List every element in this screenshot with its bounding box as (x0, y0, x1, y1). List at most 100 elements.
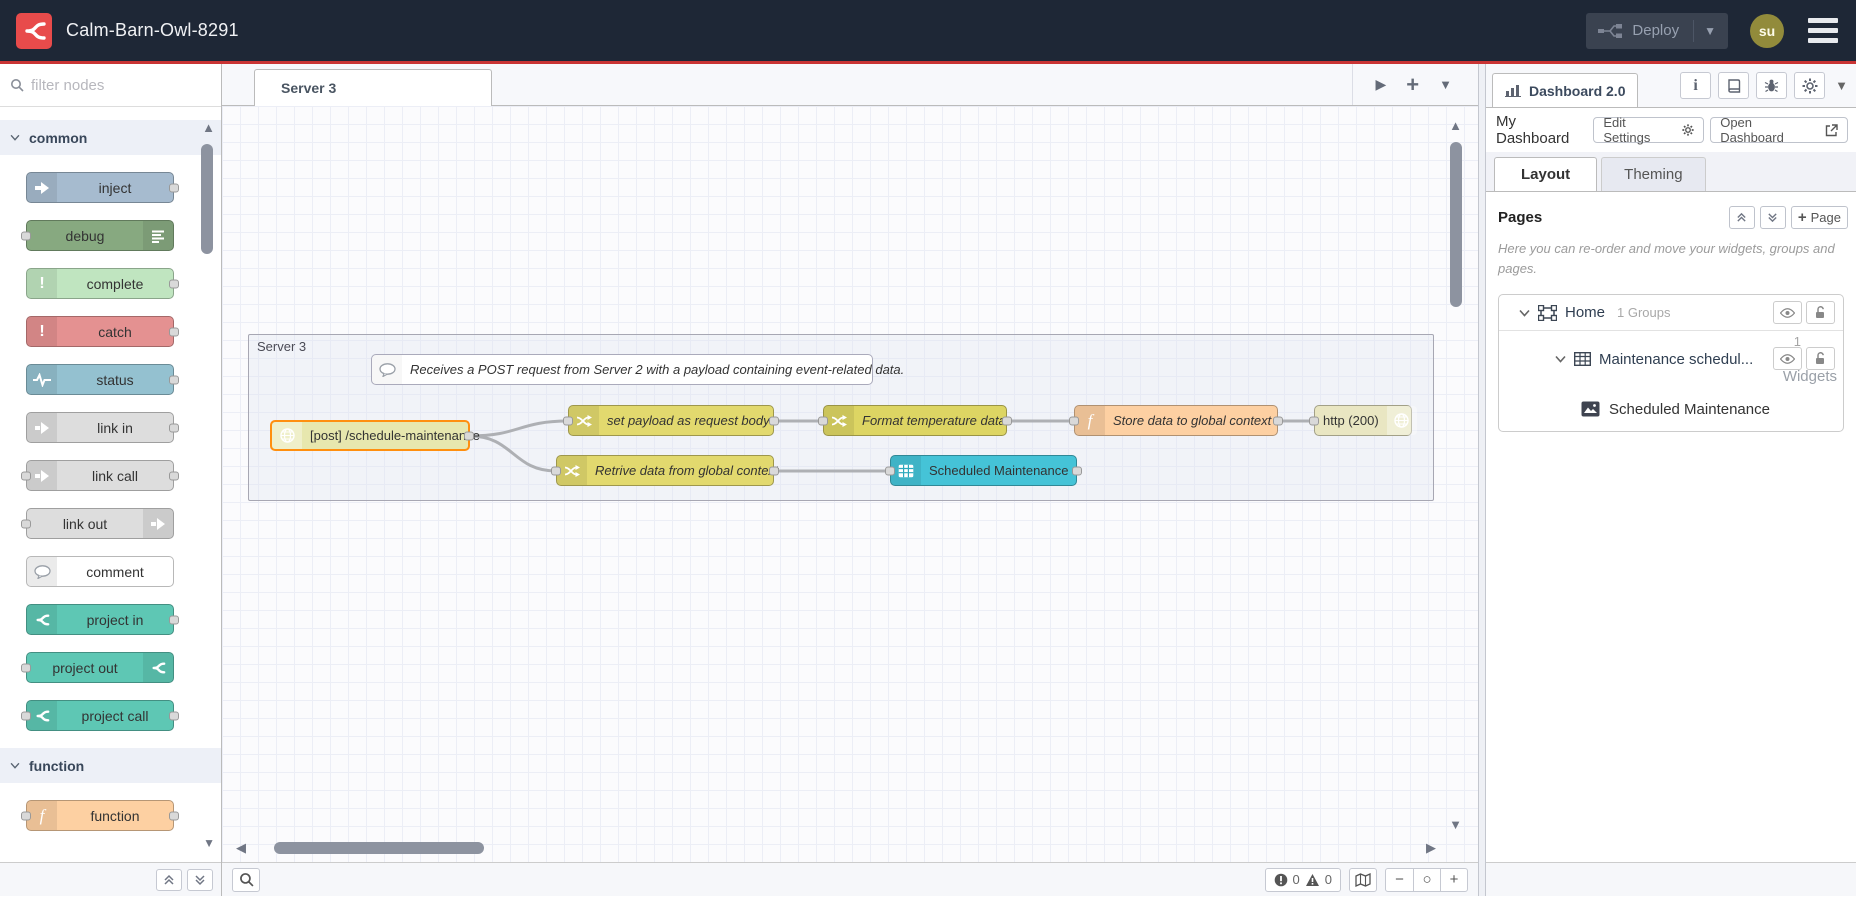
main-menu-button[interactable] (1806, 14, 1840, 47)
edit-settings-button[interactable]: Edit Settings (1593, 115, 1705, 145)
palette-node-link-in[interactable]: link in (26, 412, 179, 443)
palette-node-link-call[interactable]: link call (21, 460, 179, 491)
zoom-out-button[interactable]: − (1386, 868, 1413, 892)
change-node[interactable]: Format temperature data. (818, 405, 1012, 436)
scroll-up-icon[interactable]: ▲ (1449, 118, 1462, 133)
search-flows-button[interactable] (232, 867, 260, 892)
palette-category-function[interactable]: function (0, 748, 221, 783)
vertical-scrollbar-thumb[interactable] (1450, 142, 1462, 307)
notification-counts[interactable]: 0 0 (1264, 867, 1341, 892)
palette-search[interactable] (0, 64, 221, 107)
flow-list-caret-icon[interactable]: ▼ (1439, 77, 1452, 92)
add-page-button[interactable]: + Page (1790, 206, 1848, 229)
group-unlock-button[interactable] (1806, 347, 1835, 370)
input-port[interactable] (1069, 416, 1079, 425)
output-port[interactable] (169, 183, 179, 192)
palette-node-debug[interactable]: debug (21, 220, 174, 251)
http-response-node[interactable]: http (200) (1309, 405, 1417, 436)
palette-node-link-out[interactable]: link out (21, 508, 174, 539)
palette-filter-input[interactable] (31, 76, 181, 94)
palette-node-complete[interactable]: ! complete (26, 268, 179, 299)
zoom-in-button[interactable]: + (1440, 867, 1467, 892)
palette-scroll-down-icon[interactable]: ▼ (203, 836, 215, 850)
input-port[interactable] (551, 466, 561, 475)
input-port[interactable] (885, 466, 895, 475)
palette-category-common[interactable]: common (0, 120, 221, 155)
input-port[interactable] (21, 519, 31, 528)
input-port[interactable] (21, 663, 31, 672)
palette-node-function[interactable]: f function (21, 800, 179, 831)
output-port[interactable] (169, 811, 179, 820)
palette-collapse-all-button[interactable] (156, 868, 182, 891)
output-port[interactable] (169, 711, 179, 720)
output-port[interactable] (769, 416, 779, 425)
palette-node-project-out[interactable]: project out (21, 652, 174, 683)
input-port[interactable] (21, 711, 31, 720)
sidebar-tab-dashboard[interactable]: Dashboard 2.0 (1492, 73, 1639, 107)
tab-scroll-right-icon[interactable]: ▶ (1375, 76, 1386, 93)
output-port[interactable] (769, 466, 779, 475)
comment-node[interactable]: Receives a POST request from Server 2 wi… (371, 354, 904, 385)
scroll-right-icon[interactable]: ▶ (1426, 840, 1436, 856)
palette-scrollbar-thumb[interactable] (201, 144, 213, 254)
output-port[interactable] (169, 471, 179, 480)
flow-tab-server3[interactable]: Server 3 (254, 69, 492, 106)
input-port[interactable] (21, 231, 31, 240)
info-button[interactable]: i (1680, 72, 1712, 99)
palette-expand-all-button[interactable] (187, 868, 213, 891)
tree-row-group-maintenance[interactable]: Maintenance schedul... 1 Widgets (1499, 331, 1843, 387)
palette-node-project-in[interactable]: project in (26, 604, 179, 635)
scroll-down-icon[interactable]: ▼ (1449, 817, 1462, 832)
tab-theming[interactable]: Theming (1601, 157, 1706, 191)
navigator-map-button[interactable] (1349, 867, 1377, 892)
sidebar-menu-caret-icon[interactable]: ▼ (1835, 78, 1848, 93)
settings-gear-button[interactable] (1794, 72, 1826, 99)
help-docs-button[interactable] (1718, 72, 1750, 99)
chevron-down-icon[interactable] (1519, 309, 1530, 317)
output-port[interactable] (1002, 416, 1012, 425)
tab-layout[interactable]: Layout (1494, 157, 1598, 191)
input-port[interactable] (563, 416, 573, 425)
output-port[interactable] (1072, 466, 1082, 475)
chevron-down-icon[interactable] (1555, 355, 1566, 363)
workspace[interactable]: Server 3 ◀ ▶ ▲ ▼ Receives a POST request… (222, 106, 1478, 862)
output-port[interactable] (169, 279, 179, 288)
page-visibility-button[interactable] (1773, 301, 1802, 324)
change-node[interactable]: set payload as request body (563, 405, 779, 436)
sidebar-resize-handle[interactable] (1478, 64, 1486, 896)
palette-node-catch[interactable]: ! catch (26, 316, 179, 347)
tree-row-widget-scheduled[interactable]: Scheduled Maintenance (1499, 387, 1843, 431)
palette-node-status[interactable]: status (26, 364, 179, 395)
zoom-reset-button[interactable]: ○ (1413, 867, 1440, 892)
page-unlock-button[interactable] (1806, 301, 1835, 324)
palette-node-comment[interactable]: comment (26, 556, 174, 587)
group-visibility-button[interactable] (1773, 347, 1802, 370)
horizontal-scrollbar-thumb[interactable] (274, 842, 484, 854)
deploy-options-caret-icon[interactable]: ▼ (1704, 24, 1716, 38)
function-node[interactable]: f Store data to global context (1069, 405, 1283, 436)
tree-row-page-home[interactable]: Home 1 Groups (1499, 295, 1843, 331)
http-in-node[interactable]: [post] /schedule-maintenance (270, 420, 480, 451)
open-dashboard-button[interactable]: Open Dashboard (1710, 115, 1848, 145)
output-port[interactable] (169, 423, 179, 432)
input-port[interactable] (21, 811, 31, 820)
palette-node-project-call[interactable]: project call (21, 700, 179, 731)
input-port[interactable] (21, 471, 31, 480)
output-port[interactable] (169, 615, 179, 624)
change-node[interactable]: Retrive data from global context (551, 455, 779, 486)
move-page-up-button[interactable] (1728, 206, 1755, 229)
input-port[interactable] (818, 416, 828, 425)
palette-scroll-up-icon[interactable]: ▲ (202, 120, 215, 135)
move-page-down-button[interactable] (1759, 206, 1786, 229)
user-avatar[interactable]: su (1750, 13, 1784, 48)
output-port[interactable] (464, 431, 474, 440)
ui-table-node[interactable]: Scheduled Maintenance (885, 455, 1082, 486)
deploy-button[interactable]: Deploy ▼ (1586, 12, 1728, 49)
debug-bug-button[interactable] (1756, 72, 1788, 99)
output-port[interactable] (169, 375, 179, 384)
palette-node-inject[interactable]: inject (26, 172, 179, 203)
output-port[interactable] (1273, 416, 1283, 425)
output-port[interactable] (169, 327, 179, 336)
input-port[interactable] (1309, 416, 1319, 425)
scroll-left-icon[interactable]: ◀ (236, 840, 246, 856)
